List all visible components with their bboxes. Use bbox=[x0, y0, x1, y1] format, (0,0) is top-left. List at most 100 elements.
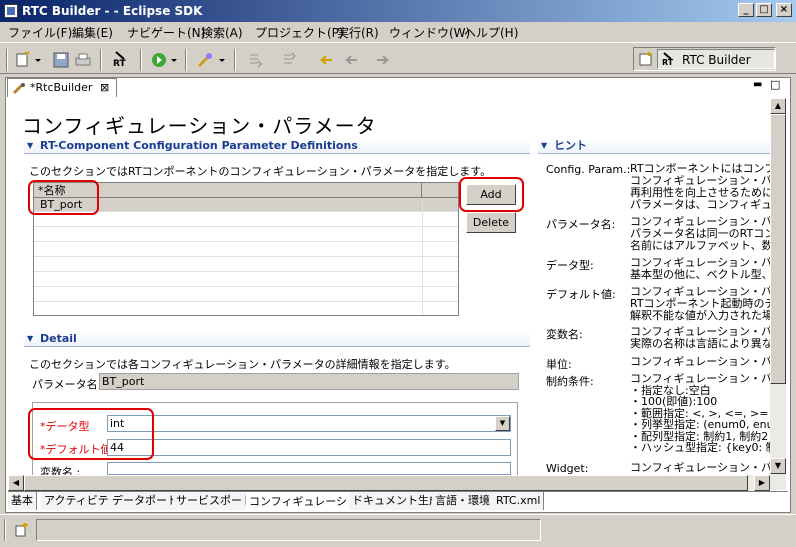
minimize-editor-icon[interactable]: ▬ bbox=[753, 79, 762, 90]
external-tools-dropdown-icon[interactable] bbox=[218, 51, 226, 69]
horizontal-scroll-thumb[interactable] bbox=[24, 475, 748, 491]
hint-label-widget: Widget: bbox=[546, 462, 589, 475]
toolbar-separator bbox=[100, 49, 102, 71]
status-separator bbox=[4, 519, 6, 541]
rtc-editor-icon bbox=[12, 83, 25, 95]
definitions-section-header[interactable]: RT-Component Configuration Parameter Def… bbox=[24, 138, 530, 154]
external-tools-icon[interactable] bbox=[196, 51, 214, 69]
new-dropdown-icon[interactable] bbox=[34, 51, 42, 69]
close-tab-icon[interactable]: ⊠ bbox=[100, 79, 109, 97]
maximize-editor-icon[interactable]: □ bbox=[770, 78, 780, 91]
svg-text:RT: RT bbox=[662, 58, 674, 67]
tab-rtc-xml[interactable]: RTC.xml bbox=[493, 492, 545, 510]
main-toolbar: RT RT RTC Builder bbox=[0, 42, 796, 74]
data-type-select[interactable]: int ▼ bbox=[107, 415, 511, 432]
default-value-field[interactable]: 44 bbox=[107, 439, 511, 456]
highlight-name-column bbox=[28, 180, 99, 215]
editor-tab-rtcbuilder[interactable]: *RtcBuilder ⊠ bbox=[7, 78, 117, 97]
hint-label-data-type: データ型: bbox=[546, 259, 594, 272]
rtc-builder-icon: RT bbox=[662, 52, 674, 67]
next-annotation-icon[interactable] bbox=[246, 51, 264, 69]
detail-description: このセクションでは各コンフィギュレーション・パラメータの詳細情報を指定します。 bbox=[29, 358, 456, 371]
var-name-field[interactable] bbox=[107, 462, 511, 475]
hint-text-constraint: コンフィギュレーション・パラメー・指定なし:空白・100(即値):100・範囲指… bbox=[630, 373, 770, 454]
table-row[interactable] bbox=[34, 273, 458, 287]
toolbar-separator bbox=[140, 49, 142, 71]
maximize-button[interactable]: □ bbox=[756, 3, 772, 17]
vertical-scroll-thumb[interactable] bbox=[770, 114, 786, 384]
param-name-field[interactable]: BT_port bbox=[99, 373, 519, 390]
close-window-button[interactable]: × bbox=[776, 3, 792, 17]
new-icon[interactable] bbox=[14, 51, 32, 69]
hint-text-data-type: コンフィギュレーション・パラメー基本型の他に、ベクトル型、行 bbox=[630, 257, 770, 281]
menu-edit[interactable]: 編集(E) bbox=[72, 24, 113, 41]
param-name-label: パラメータ名 : bbox=[32, 378, 105, 391]
minimize-button[interactable]: _ bbox=[738, 3, 754, 17]
rtc-builder-perspective-button[interactable]: RT RTC Builder bbox=[657, 49, 775, 69]
toolbar-separator bbox=[6, 49, 8, 71]
scroll-right-icon[interactable]: ▶ bbox=[754, 475, 770, 491]
vertical-scrollbar[interactable]: ▲ ▼ bbox=[770, 98, 786, 490]
highlight-add-button bbox=[459, 177, 524, 212]
menu-run[interactable]: 実行(R) bbox=[337, 24, 379, 41]
save-icon[interactable] bbox=[52, 51, 70, 69]
fast-view-icon[interactable] bbox=[14, 522, 30, 538]
menu-window[interactable]: ウィンドウ(W) bbox=[389, 24, 470, 41]
run-dropdown-icon[interactable] bbox=[170, 51, 178, 69]
hint-text-default: コンフィギュレーション・パラメーRTコンポーネント起動時のデ解釈不能な値が入力さ… bbox=[630, 286, 770, 322]
perspective-label: RTC Builder bbox=[682, 53, 751, 67]
toolbar-separator bbox=[185, 49, 187, 71]
tab-basic[interactable]: 基本 bbox=[8, 492, 37, 510]
window-title-bar: RTC Builder - - Eclipse SDK _ □ × bbox=[0, 0, 796, 22]
table-row[interactable] bbox=[34, 258, 458, 272]
back-icon[interactable] bbox=[342, 51, 360, 69]
rtc-icon[interactable]: RT bbox=[110, 51, 132, 69]
hint-text-widget: コンフィギュレーション・パラメー bbox=[630, 462, 770, 474]
hint-text-var-name: コンフィギュレーション・パラメー実際の名称は言語により異な bbox=[630, 326, 770, 350]
highlight-required-fields bbox=[28, 408, 154, 460]
table-row[interactable] bbox=[34, 243, 458, 257]
menu-search[interactable]: 検索(A) bbox=[201, 24, 243, 41]
horizontal-scrollbar[interactable]: ◀ ▶ bbox=[8, 475, 770, 491]
last-edit-icon[interactable] bbox=[317, 51, 335, 69]
scroll-down-icon[interactable]: ▼ bbox=[770, 458, 786, 474]
hint-label-var-name: 変数名: bbox=[546, 328, 583, 341]
menu-project[interactable]: プロジェクト(P) bbox=[255, 24, 344, 41]
open-perspective-icon[interactable] bbox=[638, 51, 654, 67]
delete-button[interactable]: Delete bbox=[466, 212, 516, 233]
page-title: コンフィギュレーション・パラメータ bbox=[22, 114, 377, 138]
print-icon[interactable] bbox=[74, 51, 92, 69]
run-icon[interactable] bbox=[150, 51, 168, 69]
status-bar bbox=[0, 514, 796, 547]
hint-section-header[interactable]: ヒント bbox=[538, 138, 770, 154]
scroll-up-icon[interactable]: ▲ bbox=[770, 98, 786, 114]
chevron-down-icon[interactable]: ▼ bbox=[495, 416, 510, 431]
table-row[interactable] bbox=[34, 228, 458, 242]
menu-bar: ファイル(F) 編集(E) ナビゲート(N) 検索(A) プロジェクト(P) 実… bbox=[0, 22, 796, 41]
hint-label-constraint: 制約条件: bbox=[546, 375, 594, 388]
hint-text-config: RTコンポーネントにはコンフィギコンフィギュレーション・パラメー再利用性を向上さ… bbox=[630, 163, 770, 211]
status-message-area bbox=[36, 519, 541, 541]
menu-help[interactable]: ヘルプ(H) bbox=[464, 24, 518, 41]
table-row[interactable] bbox=[34, 288, 458, 302]
toolbar-separator bbox=[234, 49, 236, 71]
scroll-left-icon[interactable]: ◀ bbox=[8, 475, 24, 491]
editor-tab-label: *RtcBuilder bbox=[30, 81, 93, 94]
hint-label-unit: 単位: bbox=[546, 358, 572, 371]
hint-text-unit: コンフィギュレーション・パラメー bbox=[630, 356, 770, 368]
prev-annotation-icon[interactable] bbox=[280, 51, 298, 69]
tab-language-environment[interactable]: 言語・環境 bbox=[432, 492, 494, 510]
menu-file[interactable]: ファイル(F) bbox=[8, 24, 72, 41]
column-divider bbox=[422, 198, 423, 315]
tab-data-port[interactable]: データポート bbox=[109, 492, 182, 510]
menu-navigate[interactable]: ナビゲート(N) bbox=[127, 24, 205, 41]
forward-icon[interactable] bbox=[374, 51, 392, 69]
hint-text-param-name: コンフィギュレーション・パラメーパラメータ名は同一のRTコンポ名前にはアルファベ… bbox=[630, 216, 770, 252]
tab-service-port[interactable]: サービスポート bbox=[173, 492, 257, 510]
perspective-switcher: RT RTC Builder bbox=[633, 47, 776, 71]
table-row[interactable] bbox=[34, 213, 458, 227]
definitions-description: このセクションではRTコンポーネントのコンフィギュレーション・パラメータを指定し… bbox=[29, 165, 492, 178]
detail-section-header[interactable]: Detail bbox=[24, 331, 530, 347]
table-row[interactable] bbox=[34, 303, 458, 317]
tab-document-generation[interactable]: ドキュメント生成 bbox=[349, 492, 444, 510]
